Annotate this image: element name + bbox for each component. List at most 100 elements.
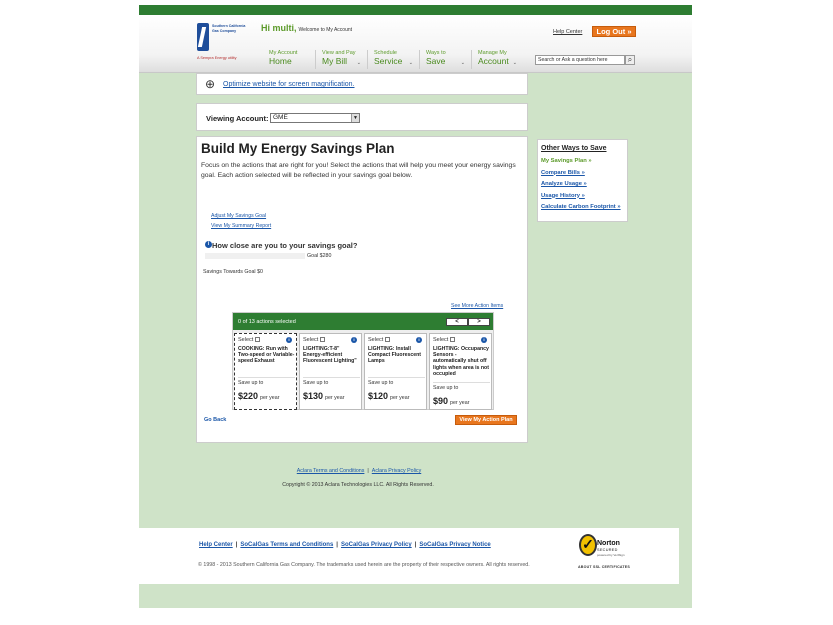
- select-checkbox[interactable]: Select: [238, 337, 261, 343]
- dropdown-arrow-icon[interactable]: ▼: [351, 114, 359, 122]
- greeting-name: Hi multi,: [261, 23, 297, 33]
- header-help-center-link[interactable]: Help Center: [553, 29, 582, 35]
- main-nav: My Account Home View and Pay My Bill ⌄ S…: [263, 50, 523, 69]
- nav-manage-account[interactable]: Manage My Account ⌄: [471, 50, 521, 69]
- account-select-value: GME: [273, 114, 288, 121]
- goal-question: How close are you to your savings goal?: [212, 241, 358, 250]
- per-year: per year: [390, 395, 410, 401]
- norton-secured-seal[interactable]: ✓ Norton SECURED powered by VeriSign ABO…: [575, 532, 633, 574]
- nav-schedule-service[interactable]: Schedule Service ⌄: [367, 50, 417, 69]
- select-label: Select: [433, 337, 449, 343]
- info-icon[interactable]: i: [481, 337, 487, 343]
- select-checkbox[interactable]: Select: [368, 337, 391, 343]
- nav-ways-to-save[interactable]: Ways to Save ⌄: [419, 50, 469, 69]
- chevron-down-icon: ⌄: [512, 60, 517, 66]
- savings-towards-goal: Savings Towards Goal $0: [203, 269, 263, 275]
- divider: |: [414, 542, 417, 548]
- socalgas-logo[interactable]: Southern California Gas Company A Sempra…: [195, 21, 249, 65]
- sidebar-item-analyze-usage[interactable]: Analyze Usage »: [541, 179, 624, 191]
- nav-label-big: Home: [269, 56, 292, 66]
- magnification-bar: ⊕ Optimize website for screen magnificat…: [196, 73, 528, 95]
- savings-block: Save up to $130 per year: [303, 377, 360, 404]
- checkbox[interactable]: [255, 337, 261, 343]
- savings-amount: $120: [368, 391, 389, 401]
- per-year: per year: [260, 395, 280, 401]
- select-label: Select: [303, 337, 319, 343]
- aclara-copyright: Copyright © 2013 Aclara Technologies LLC…: [282, 482, 434, 488]
- save-up-to: Save up to: [433, 385, 459, 391]
- actions-selected-count: 0 of 13 actions selected: [238, 319, 296, 325]
- adjust-goal-link[interactable]: Adjust My Savings Goal: [211, 213, 266, 219]
- save-up-to: Save up to: [303, 380, 329, 386]
- norton-check-icon: ✓: [579, 534, 597, 556]
- checkbox[interactable]: [450, 337, 456, 343]
- select-label: Select: [238, 337, 254, 343]
- info-icon[interactable]: i: [286, 337, 292, 343]
- action-card: Select i LIGHTING:T-8" Energy-efficient …: [299, 333, 362, 410]
- savings-block: Save up to $90 per year: [433, 382, 490, 409]
- sidebar-title[interactable]: Other Ways to Save: [541, 145, 624, 152]
- nav-view-pay-bill[interactable]: View and Pay My Bill ⌄: [315, 50, 365, 69]
- info-icon[interactable]: i: [205, 241, 212, 248]
- action-card: Select i LIGHTING: Occupancy Sensors - a…: [429, 333, 492, 410]
- viewing-account-label: Viewing Account:: [206, 114, 269, 123]
- about-ssl-link[interactable]: ABOUT SSL CERTIFICATES: [575, 565, 633, 569]
- footer-copyright: © 1998 - 2013 Southern California Gas Co…: [198, 562, 530, 568]
- flame-logo-icon: [197, 23, 209, 51]
- goal-amount: Goal $280: [307, 253, 332, 259]
- footer-help-center-link[interactable]: Help Center: [199, 542, 233, 548]
- other-ways-sidebar: Other Ways to Save My Savings Plan » Com…: [537, 139, 628, 222]
- search-icon[interactable]: ⌕: [625, 55, 635, 65]
- norton-powered: powered by VeriSign: [597, 553, 625, 557]
- aclara-terms-link[interactable]: Aclara Terms and Conditions: [297, 468, 365, 474]
- sidebar-item-carbon-footprint[interactable]: Calculate Carbon Footprint »: [541, 202, 624, 214]
- search-input[interactable]: Search or Ask a question here: [535, 55, 625, 65]
- action-title: LIGHTING: Install Compact Fluorescent La…: [368, 346, 422, 365]
- aclara-privacy-link[interactable]: Aclara Privacy Policy: [372, 468, 421, 474]
- next-button[interactable]: >: [468, 318, 490, 326]
- magnification-link[interactable]: Optimize website for screen magnificatio…: [223, 81, 355, 88]
- info-icon[interactable]: i: [416, 337, 422, 343]
- nav-my-account-home[interactable]: My Account Home: [263, 50, 313, 69]
- top-green-bar: [139, 5, 692, 15]
- intro-text: Focus on the actions that are right for …: [201, 162, 516, 179]
- magnify-plus-icon[interactable]: ⊕: [205, 78, 215, 90]
- savings-plan-panel: Build My Energy Savings Plan Focus on th…: [196, 136, 528, 443]
- view-action-plan-button[interactable]: View My Action Plan: [455, 415, 517, 425]
- sidebar-item-usage-history[interactable]: Usage History »: [541, 191, 624, 203]
- checkbox[interactable]: [385, 337, 391, 343]
- footer-privacy-notice-link[interactable]: SoCalGas Privacy Notice: [419, 542, 490, 548]
- savings-amount: $90: [433, 396, 449, 406]
- summary-report-link[interactable]: View My Summary Report: [211, 223, 271, 229]
- select-checkbox[interactable]: Select: [433, 337, 456, 343]
- go-back-link[interactable]: Go Back: [204, 417, 226, 423]
- norton-name: Norton: [597, 540, 620, 547]
- norton-secured: SECURED: [597, 548, 618, 552]
- divider: |: [235, 542, 238, 548]
- action-card: Select i LIGHTING: Install Compact Fluor…: [364, 333, 427, 410]
- checkbox[interactable]: [320, 337, 326, 343]
- account-select[interactable]: GME ▼: [270, 113, 360, 123]
- viewing-account-bar: Viewing Account: GME ▼: [196, 103, 528, 131]
- select-checkbox[interactable]: Select: [303, 337, 326, 343]
- prev-button[interactable]: <: [446, 318, 468, 326]
- sempra-tagline: A Sempra Energy utility: [197, 56, 237, 60]
- chevron-down-icon: ⌄: [408, 60, 413, 66]
- divider: |: [336, 542, 338, 548]
- divider: |: [367, 468, 369, 474]
- info-icon[interactable]: i: [351, 337, 357, 343]
- see-more-actions-link[interactable]: See More Action Items: [451, 303, 503, 309]
- footer-privacy-policy-link[interactable]: SoCalGas Privacy Policy: [341, 542, 412, 548]
- logout-button[interactable]: Log Out »: [592, 26, 636, 37]
- footer-terms-link[interactable]: SoCalGas Terms and Conditions: [240, 542, 333, 548]
- sidebar-item-my-savings-plan[interactable]: My Savings Plan »: [541, 156, 624, 168]
- action-title: COOKING: Run with Two-speed or Variable-…: [238, 346, 295, 365]
- savings-block: Save up to $220 per year: [238, 377, 295, 404]
- carousel-header: 0 of 13 actions selected < >: [233, 313, 493, 330]
- action-carousel: 0 of 13 actions selected < > Select i CO…: [232, 312, 494, 410]
- goal-progress-bar: [205, 253, 305, 259]
- footer-links: Help Center | SoCalGas Terms and Condition…: [199, 542, 491, 548]
- sidebar-item-compare-bills[interactable]: Compare Bills »: [541, 168, 624, 180]
- action-title: LIGHTING:T-8" Energy-efficient Fluoresce…: [303, 346, 357, 365]
- select-label: Select: [368, 337, 384, 343]
